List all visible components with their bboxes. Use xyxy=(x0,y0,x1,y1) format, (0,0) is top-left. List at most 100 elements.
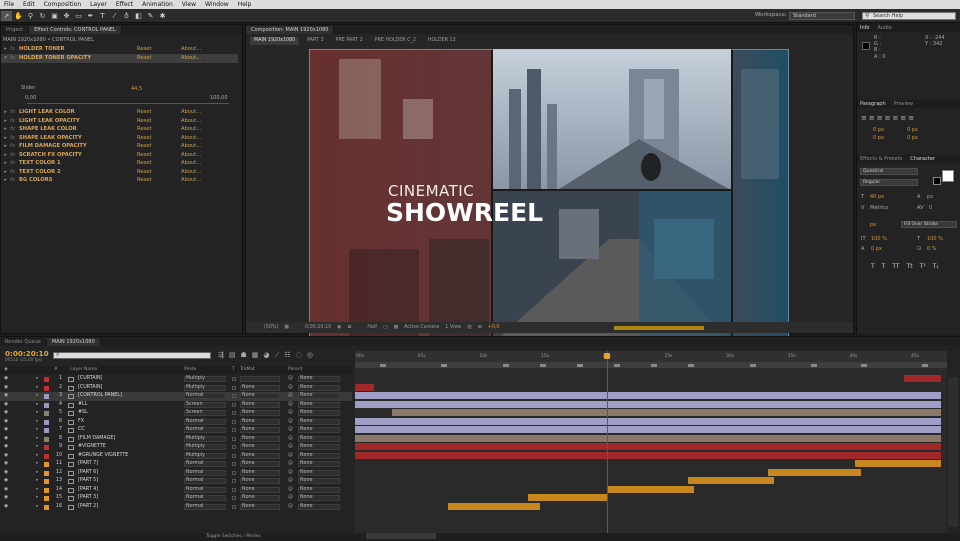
twirl-arrow-icon[interactable]: ▸ xyxy=(36,426,38,434)
effect-reset-button[interactable]: Reset xyxy=(137,108,181,116)
twirl-arrow-icon[interactable]: ▸ xyxy=(36,477,38,485)
subtab-pre-part2[interactable]: PRE PART 2 xyxy=(332,37,367,45)
fx-icon[interactable]: fx xyxy=(10,176,19,184)
label-color-swatch[interactable] xyxy=(44,377,49,382)
tab-info[interactable]: Info xyxy=(860,25,869,31)
visibility-eye-icon[interactable]: ◉ xyxy=(4,443,8,451)
track-matte-select[interactable]: None xyxy=(240,384,280,391)
type-tool-icon[interactable]: T xyxy=(97,11,108,21)
effect-about-button[interactable]: About... xyxy=(181,134,221,142)
twirl-arrow-icon[interactable]: ▸ xyxy=(36,409,38,417)
tab-effect-controls[interactable]: Effect Controls: CONTROL PANEL xyxy=(29,26,122,34)
fx-icon[interactable]: fx xyxy=(10,54,19,62)
parent-select[interactable]: None xyxy=(298,435,340,442)
preserve-transparency-toggle[interactable] xyxy=(232,377,236,381)
comp-marker[interactable] xyxy=(860,364,867,367)
chevron-right-icon[interactable]: ▸ xyxy=(1,176,10,184)
effect-about-button[interactable]: About... xyxy=(181,45,221,53)
motion-blur-icon[interactable]: ◕ xyxy=(263,351,269,360)
layer-name[interactable]: [PART 2] xyxy=(78,503,98,511)
slider-track[interactable] xyxy=(27,103,229,104)
effect-row[interactable]: ▾ fx HOLDER TONER OPACITY Reset About... xyxy=(1,54,238,63)
track-matte-select[interactable]: None xyxy=(240,469,280,476)
twirl-arrow-icon[interactable]: ▸ xyxy=(36,418,38,426)
label-color-swatch[interactable] xyxy=(44,462,49,467)
shy-icon[interactable]: ☗ xyxy=(241,351,247,360)
comp-marker[interactable] xyxy=(503,364,509,367)
comp-marker[interactable] xyxy=(688,364,694,367)
stroke-width-value[interactable]: px xyxy=(870,222,876,228)
blend-mode-select[interactable]: Normal xyxy=(184,478,226,484)
twirl-arrow-icon[interactable]: ▸ xyxy=(36,435,38,443)
pickwhip-icon[interactable]: @ xyxy=(288,409,293,417)
current-time-indicator[interactable] xyxy=(606,351,608,534)
layer-name[interactable]: [PART 4] xyxy=(78,486,98,494)
twirl-arrow-icon[interactable]: ▸ xyxy=(36,452,38,460)
fx-icon[interactable]: fx xyxy=(10,117,19,125)
rotate-tool-icon[interactable]: ↻ xyxy=(37,11,48,21)
layer-duration-bar[interactable] xyxy=(607,485,695,493)
tab-character[interactable]: Character xyxy=(910,156,935,162)
superscript-button[interactable]: T¹ xyxy=(920,263,926,270)
comp-marker[interactable] xyxy=(379,364,386,367)
pickwhip-icon[interactable]: @ xyxy=(288,486,293,494)
indent-left[interactable]: 0 px xyxy=(873,127,884,133)
layer-name[interactable]: [PART 6] xyxy=(78,469,98,477)
chevron-right-icon[interactable]: ▸ xyxy=(1,117,10,125)
effect-row[interactable]: ▸ fx SCRATCH FX OPACITY Reset About... xyxy=(1,151,238,160)
region-icon[interactable]: ▢ xyxy=(383,325,388,330)
pickwhip-icon[interactable]: @ xyxy=(288,503,293,511)
live-update-icon[interactable]: ◌ xyxy=(296,351,302,360)
effect-row[interactable]: ▸ fx HOLDER TONER Reset About... xyxy=(1,45,238,54)
subtab-holder13[interactable]: HOLDER 13 xyxy=(424,37,460,45)
tab-composition[interactable]: Composition: MAIN 1920x1080 xyxy=(246,26,335,34)
visibility-eye-icon[interactable]: ◉ xyxy=(4,469,8,477)
track-matte-select[interactable]: None xyxy=(240,393,280,399)
parent-select[interactable]: None xyxy=(298,384,340,391)
font-family-select[interactable]: Questrial xyxy=(860,168,918,175)
effect-reset-button[interactable]: Reset xyxy=(137,54,181,62)
label-color-swatch[interactable] xyxy=(44,436,49,442)
small-caps-button[interactable]: Tt xyxy=(907,263,913,270)
layer-row[interactable]: ◉ ▸ 8 [FILM DAMAGE] Multiply None @ None xyxy=(0,435,352,444)
chevron-down-icon[interactable]: ▾ xyxy=(1,54,10,62)
comp-marker[interactable] xyxy=(614,364,620,367)
views-select[interactable]: 1 View xyxy=(445,325,461,330)
pickwhip-icon[interactable]: @ xyxy=(288,384,293,392)
brainstorm-icon[interactable]: ☷ xyxy=(284,351,290,360)
track-matte-select[interactable]: None xyxy=(240,435,280,442)
effect-row[interactable]: ▸ fx TEXT COLOR 2 Reset About... xyxy=(1,168,238,177)
menu-file[interactable]: File xyxy=(4,1,14,8)
layer-duration-bar[interactable] xyxy=(355,426,941,433)
menu-animation[interactable]: Animation xyxy=(142,1,173,8)
track-matte-select[interactable]: None xyxy=(240,495,280,501)
blend-mode-select[interactable]: Normal xyxy=(184,393,226,399)
label-color-swatch[interactable] xyxy=(44,385,49,391)
layer-row[interactable]: ◉ ▸ 4 #LL Screen None @ None xyxy=(0,401,352,410)
menu-effect[interactable]: Effect xyxy=(116,1,133,8)
label-color-swatch[interactable] xyxy=(44,496,49,501)
parent-select[interactable]: None xyxy=(298,469,340,476)
effect-reset-button[interactable]: Reset xyxy=(137,125,181,133)
auto-keyframe-icon[interactable]: ◎ xyxy=(307,351,313,360)
comp-marker[interactable] xyxy=(540,364,546,367)
pickwhip-icon[interactable]: @ xyxy=(288,375,293,383)
effect-about-button[interactable]: About... xyxy=(181,151,221,159)
effect-reset-button[interactable]: Reset xyxy=(137,117,181,125)
layer-name[interactable]: FX xyxy=(78,418,84,426)
effect-about-button[interactable]: About... xyxy=(181,176,221,184)
pickwhip-icon[interactable]: @ xyxy=(288,401,293,409)
comp-marker[interactable] xyxy=(577,364,583,367)
visibility-eye-icon[interactable]: ◉ xyxy=(4,418,8,426)
twirl-arrow-icon[interactable]: ▸ xyxy=(36,494,38,502)
track-matte-select[interactable]: None xyxy=(240,410,280,416)
col-layer-name[interactable]: Layer Name xyxy=(70,367,97,372)
all-caps-button[interactable]: TT xyxy=(892,263,899,270)
label-color-swatch[interactable] xyxy=(44,479,49,484)
menu-view[interactable]: View xyxy=(182,1,196,8)
visibility-eye-icon[interactable]: ◉ xyxy=(4,426,8,434)
fill-color-swatch[interactable] xyxy=(942,170,954,182)
search-help-input[interactable]: ⚲ Search Help xyxy=(862,12,956,20)
visibility-eye-icon[interactable]: ◉ xyxy=(4,384,8,392)
puppet-tool-icon[interactable]: ✱ xyxy=(157,11,168,21)
